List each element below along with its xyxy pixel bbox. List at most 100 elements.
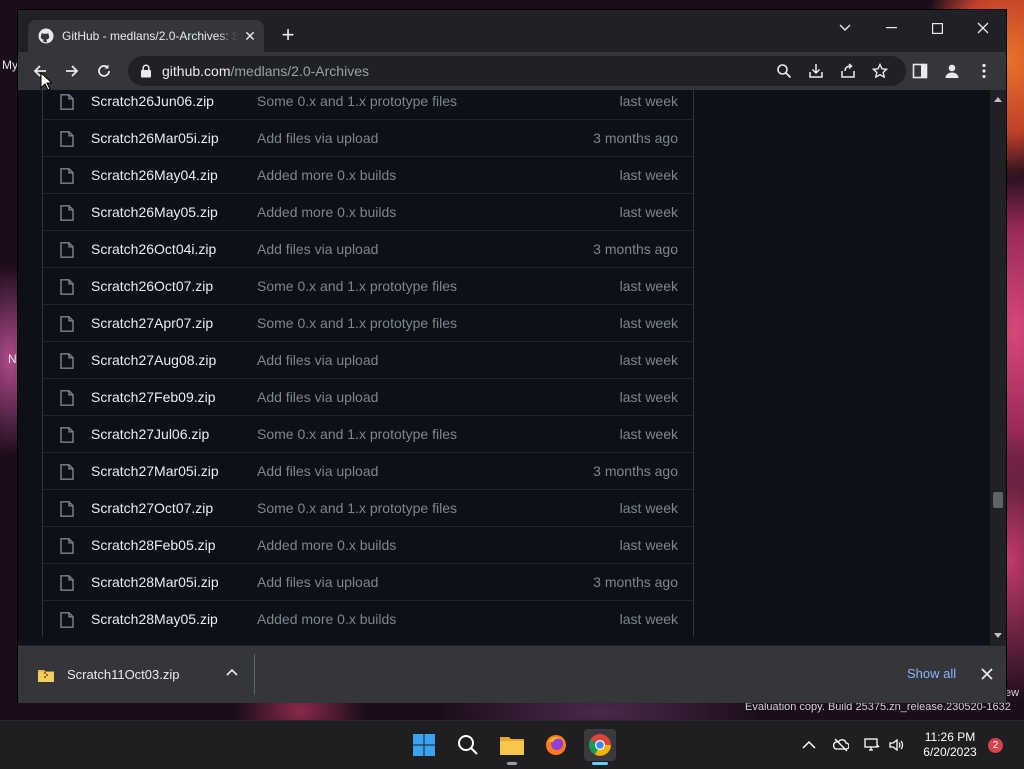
start-button[interactable] [408, 729, 440, 761]
commit-date: last week [619, 352, 678, 368]
taskbar: 11:26 PM 6/20/2023 2 [0, 720, 1024, 769]
new-tab-button[interactable]: + [276, 24, 300, 46]
file-name-link[interactable]: Scratch27Jul06.zip [91, 426, 209, 442]
address-bar[interactable]: github.com/medlans/2.0-Archives [128, 56, 906, 86]
chevron-up-icon[interactable] [226, 668, 238, 678]
search-icon[interactable] [776, 63, 792, 79]
side-panel-icon[interactable] [912, 63, 928, 79]
firefox-icon [546, 735, 566, 755]
volume-icon[interactable] [888, 737, 904, 753]
vertical-scrollbar[interactable] [990, 90, 1006, 645]
reload-icon [98, 64, 110, 77]
show-all-button[interactable]: Show all [907, 666, 956, 681]
chrome-button[interactable] [584, 729, 616, 765]
file-row: Scratch26May05.zip Added more 0.x builds l… [43, 193, 693, 230]
file-name-link[interactable]: Scratch26Mar05i.zip [91, 130, 219, 146]
download-item[interactable]: Scratch11Oct03.zip [18, 646, 254, 703]
commit-message-link[interactable]: Added more 0.x builds [257, 611, 396, 627]
file-row: Scratch28Mar05i.zip Add files via upload 3… [43, 563, 693, 600]
search-button[interactable] [452, 729, 484, 761]
clock-time: 11:26 PM [924, 730, 976, 744]
url-text: github.com/medlans/2.0-Archives [162, 63, 369, 79]
chevron-up-icon[interactable] [801, 737, 817, 753]
file-explorer-button[interactable] [496, 729, 528, 765]
network-icon[interactable] [864, 737, 880, 753]
scrollbar-thumb[interactable] [993, 492, 1003, 508]
file-name-link[interactable]: Scratch27Feb09.zip [91, 389, 216, 405]
firefox-button[interactable] [540, 729, 572, 761]
browser-tab[interactable]: GitHub - medlans/2.0-Archives: Scratch 2… [28, 20, 264, 52]
scroll-up-arrow-icon[interactable] [994, 97, 1002, 102]
file-name-link[interactable]: Scratch28Mar05i.zip [91, 574, 219, 590]
tab-search-chevron-icon[interactable] [822, 14, 868, 42]
notification-badge[interactable]: 2 [988, 738, 1003, 753]
bookmark-star-icon[interactable] [872, 63, 888, 79]
windows-logo-icon [413, 734, 435, 756]
commit-message-link[interactable]: Add files via upload [257, 130, 378, 146]
forward-button[interactable] [61, 60, 83, 82]
close-shelf-icon[interactable] [980, 667, 994, 681]
download-shelf: Scratch11Oct03.zip Show all [18, 645, 1006, 703]
profile-icon[interactable] [944, 63, 960, 79]
download-filename: Scratch11Oct03.zip [67, 667, 180, 682]
commit-message-link[interactable]: Added more 0.x builds [257, 204, 396, 220]
file-icon [60, 131, 74, 147]
commit-message-link[interactable]: Added more 0.x builds [257, 537, 396, 553]
commit-date: last week [619, 278, 678, 294]
commit-message-link[interactable]: Add files via upload [257, 352, 378, 368]
commit-message-link[interactable]: Add files via upload [257, 574, 378, 590]
commit-message-link[interactable]: Add files via upload [257, 241, 378, 257]
file-name-link[interactable]: Scratch26Oct04i.zip [91, 241, 216, 257]
share-icon[interactable] [840, 63, 856, 79]
file-name-link[interactable]: Scratch26Oct07.zip [91, 278, 213, 294]
page-content: Scratch26Jun06.zip Some 0.x and 1.x proto… [18, 90, 1006, 645]
url-path: /medlans/2.0-Archives [230, 63, 369, 79]
scroll-down-arrow-icon[interactable] [994, 633, 1002, 638]
file-name-link[interactable]: Scratch26May04.zip [91, 167, 218, 183]
desktop-icon-label: My [2, 58, 18, 72]
onedrive-offline-icon[interactable] [833, 737, 849, 753]
file-name-link[interactable]: Scratch27Oct07.zip [91, 500, 213, 516]
file-name-link[interactable]: Scratch27Mar05i.zip [91, 463, 219, 479]
install-app-icon[interactable] [808, 63, 824, 79]
lock-icon[interactable] [140, 64, 152, 78]
commit-message-link[interactable]: Add files via upload [257, 463, 378, 479]
browser-toolbar: github.com/medlans/2.0-Archives [18, 52, 1006, 90]
tab-close-icon[interactable]: ✕ [242, 28, 258, 45]
system-clock[interactable]: 11:26 PM 6/20/2023 [916, 730, 984, 760]
file-name-link[interactable]: Scratch27Aug08.zip [91, 352, 216, 368]
maximize-button[interactable] [914, 14, 960, 42]
close-window-button[interactable] [960, 14, 1006, 42]
commit-message-link[interactable]: Some 0.x and 1.x prototype files [257, 93, 457, 109]
file-icon [60, 242, 74, 258]
commit-date: last week [619, 93, 678, 109]
commit-date: 3 months ago [593, 130, 678, 146]
file-icon [60, 538, 74, 554]
kebab-menu-icon[interactable] [976, 63, 992, 79]
commit-message-link[interactable]: Some 0.x and 1.x prototype files [257, 426, 457, 442]
commit-date: last week [619, 204, 678, 220]
commit-message-link[interactable]: Add files via upload [257, 389, 378, 405]
commit-message-link[interactable]: Some 0.x and 1.x prototype files [257, 500, 457, 516]
file-row: Scratch27Feb09.zip Add files via upload la… [43, 378, 693, 415]
tab-strip: GitHub - medlans/2.0-Archives: Scratch 2… [18, 10, 1006, 52]
file-icon [60, 168, 74, 184]
running-indicator [507, 762, 517, 765]
commit-message-link[interactable]: Some 0.x and 1.x prototype files [257, 278, 457, 294]
file-name-link[interactable]: Scratch28May05.zip [91, 611, 218, 627]
file-name-link[interactable]: Scratch26Jun06.zip [91, 93, 214, 109]
shelf-divider [254, 654, 255, 695]
minimize-button[interactable] [868, 14, 914, 42]
chrome-icon [589, 734, 611, 756]
file-name-link[interactable]: Scratch26May05.zip [91, 204, 218, 220]
commit-message-link[interactable]: Added more 0.x builds [257, 167, 396, 183]
file-icon [60, 94, 74, 110]
file-icon [60, 316, 74, 332]
file-name-link[interactable]: Scratch27Apr07.zip [91, 315, 213, 331]
commit-message-link[interactable]: Some 0.x and 1.x prototype files [257, 315, 457, 331]
file-name-link[interactable]: Scratch28Feb05.zip [91, 537, 216, 553]
commit-date: last week [619, 389, 678, 405]
file-icon [60, 205, 74, 221]
reload-button[interactable] [93, 60, 115, 82]
file-icon [60, 279, 74, 295]
